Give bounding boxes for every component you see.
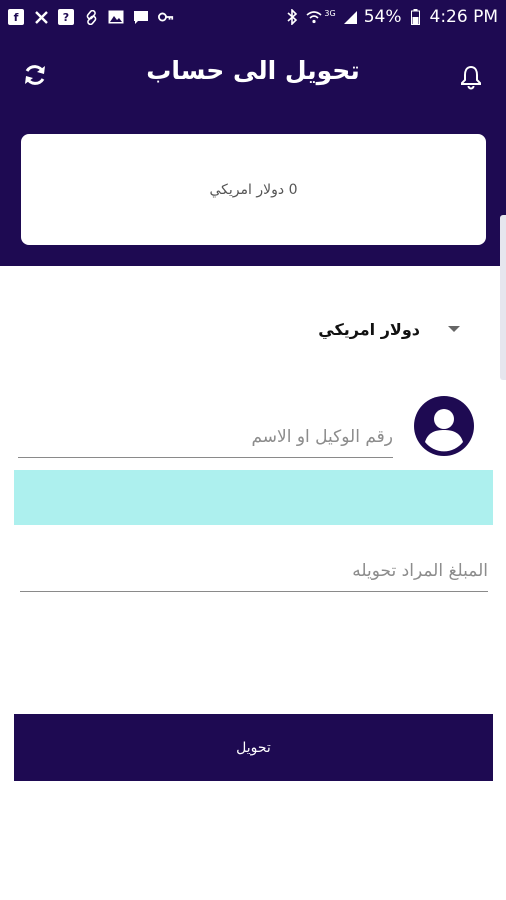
bell-icon: [461, 65, 481, 90]
balance-card: 0 دولار امريكي: [21, 134, 486, 245]
unknown-app-icon: ?: [58, 9, 74, 25]
transfer-button[interactable]: تحويل: [14, 714, 493, 781]
currency-select[interactable]: دولار امريكي: [290, 314, 460, 344]
message-icon: [133, 9, 149, 25]
currency-selected-value: دولار امريكي: [318, 319, 420, 339]
app-header: تحويل الى حساب 0 دولار امريكي: [0, 34, 506, 266]
status-bar: f ? 3G 54% 4:26 PM: [0, 0, 506, 34]
status-right: 3G 54% 4:26 PM: [284, 7, 498, 27]
wifi-icon: [306, 9, 322, 25]
contact-picker-button[interactable]: [414, 396, 474, 456]
battery-percent: 54%: [363, 7, 402, 27]
agent-input[interactable]: [18, 416, 393, 458]
page-title: تحويل الى حساب: [146, 56, 360, 85]
side-drawer-handle[interactable]: [500, 215, 506, 380]
clock: 4:26 PM: [429, 7, 499, 27]
gallery-icon: [108, 9, 124, 25]
crossed-arrows-icon: [33, 9, 49, 25]
facebook-icon: f: [8, 9, 24, 25]
status-left-icons: f ?: [8, 9, 174, 25]
dropdown-caret-icon: [448, 326, 460, 332]
suggestion-strip: [14, 470, 493, 525]
bluetooth-icon: [284, 9, 300, 25]
signal-icon: [342, 9, 358, 25]
balance-text: 0 دولار امريكي: [209, 181, 298, 198]
key-icon: [158, 9, 174, 25]
amount-input[interactable]: [20, 550, 488, 592]
person-icon: [425, 409, 463, 452]
battery-icon: [408, 9, 424, 25]
network-type: 3G: [324, 9, 336, 18]
notifications-button[interactable]: [456, 62, 486, 92]
link-icon: [83, 9, 99, 25]
